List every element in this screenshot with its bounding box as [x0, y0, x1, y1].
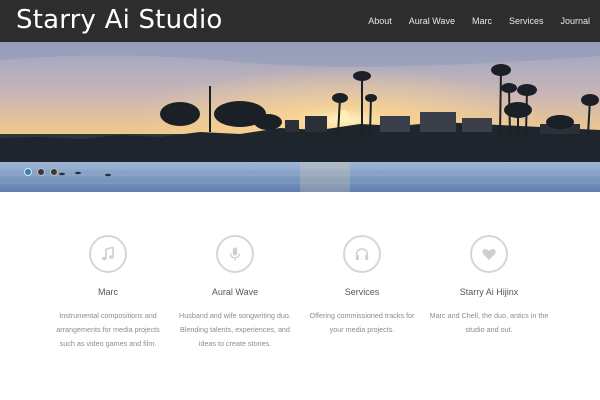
heart-icon[interactable] [470, 235, 508, 273]
nav-item-aural-wave[interactable]: Aural Wave [409, 16, 455, 26]
feature-services: Services Offering commissioned tracks fo… [302, 228, 422, 337]
hero-sunset-image [0, 42, 600, 192]
nav-item-marc[interactable]: Marc [472, 16, 492, 26]
slider-dot-1[interactable] [24, 168, 32, 176]
headphones-icon[interactable] [343, 235, 381, 273]
music-note-icon[interactable] [89, 235, 127, 273]
feature-title[interactable]: Aural Wave [175, 287, 295, 297]
feature-hijinx: Starry Ai Hijinx Marc and Chell, the duo… [429, 228, 549, 337]
main-nav: About Aural Wave Marc Services Journal [351, 0, 590, 42]
site-header: Starry Ai Studio About Aural Wave Marc S… [0, 0, 600, 42]
feature-aural-wave: Aural Wave Husband and wife songwriting … [175, 228, 295, 352]
feature-title[interactable]: Services [302, 287, 422, 297]
slider-dot-2[interactable] [37, 168, 45, 176]
feature-title[interactable]: Marc [48, 287, 168, 297]
feature-description: Marc and Chell, the duo, antics in the s… [429, 311, 549, 335]
feature-description: Offering commissioned tracks for your me… [309, 311, 415, 335]
hero-slider [0, 42, 600, 192]
features-section: Marc Instrumental compositions and arran… [0, 228, 600, 400]
nav-item-services[interactable]: Services [509, 16, 544, 26]
feature-title[interactable]: Starry Ai Hijinx [429, 287, 549, 297]
nav-item-journal[interactable]: Journal [560, 16, 590, 26]
slider-pagination [24, 168, 63, 176]
slider-dot-3[interactable] [50, 168, 58, 176]
microphone-icon[interactable] [216, 235, 254, 273]
feature-description: Instrumental compositions and arrangemen… [56, 311, 160, 349]
nav-item-about[interactable]: About [368, 16, 392, 26]
feature-marc: Marc Instrumental compositions and arran… [48, 228, 168, 352]
feature-description: Husband and wife songwriting duo. Blendi… [179, 311, 291, 349]
site-title[interactable]: Starry Ai Studio [16, 5, 223, 35]
